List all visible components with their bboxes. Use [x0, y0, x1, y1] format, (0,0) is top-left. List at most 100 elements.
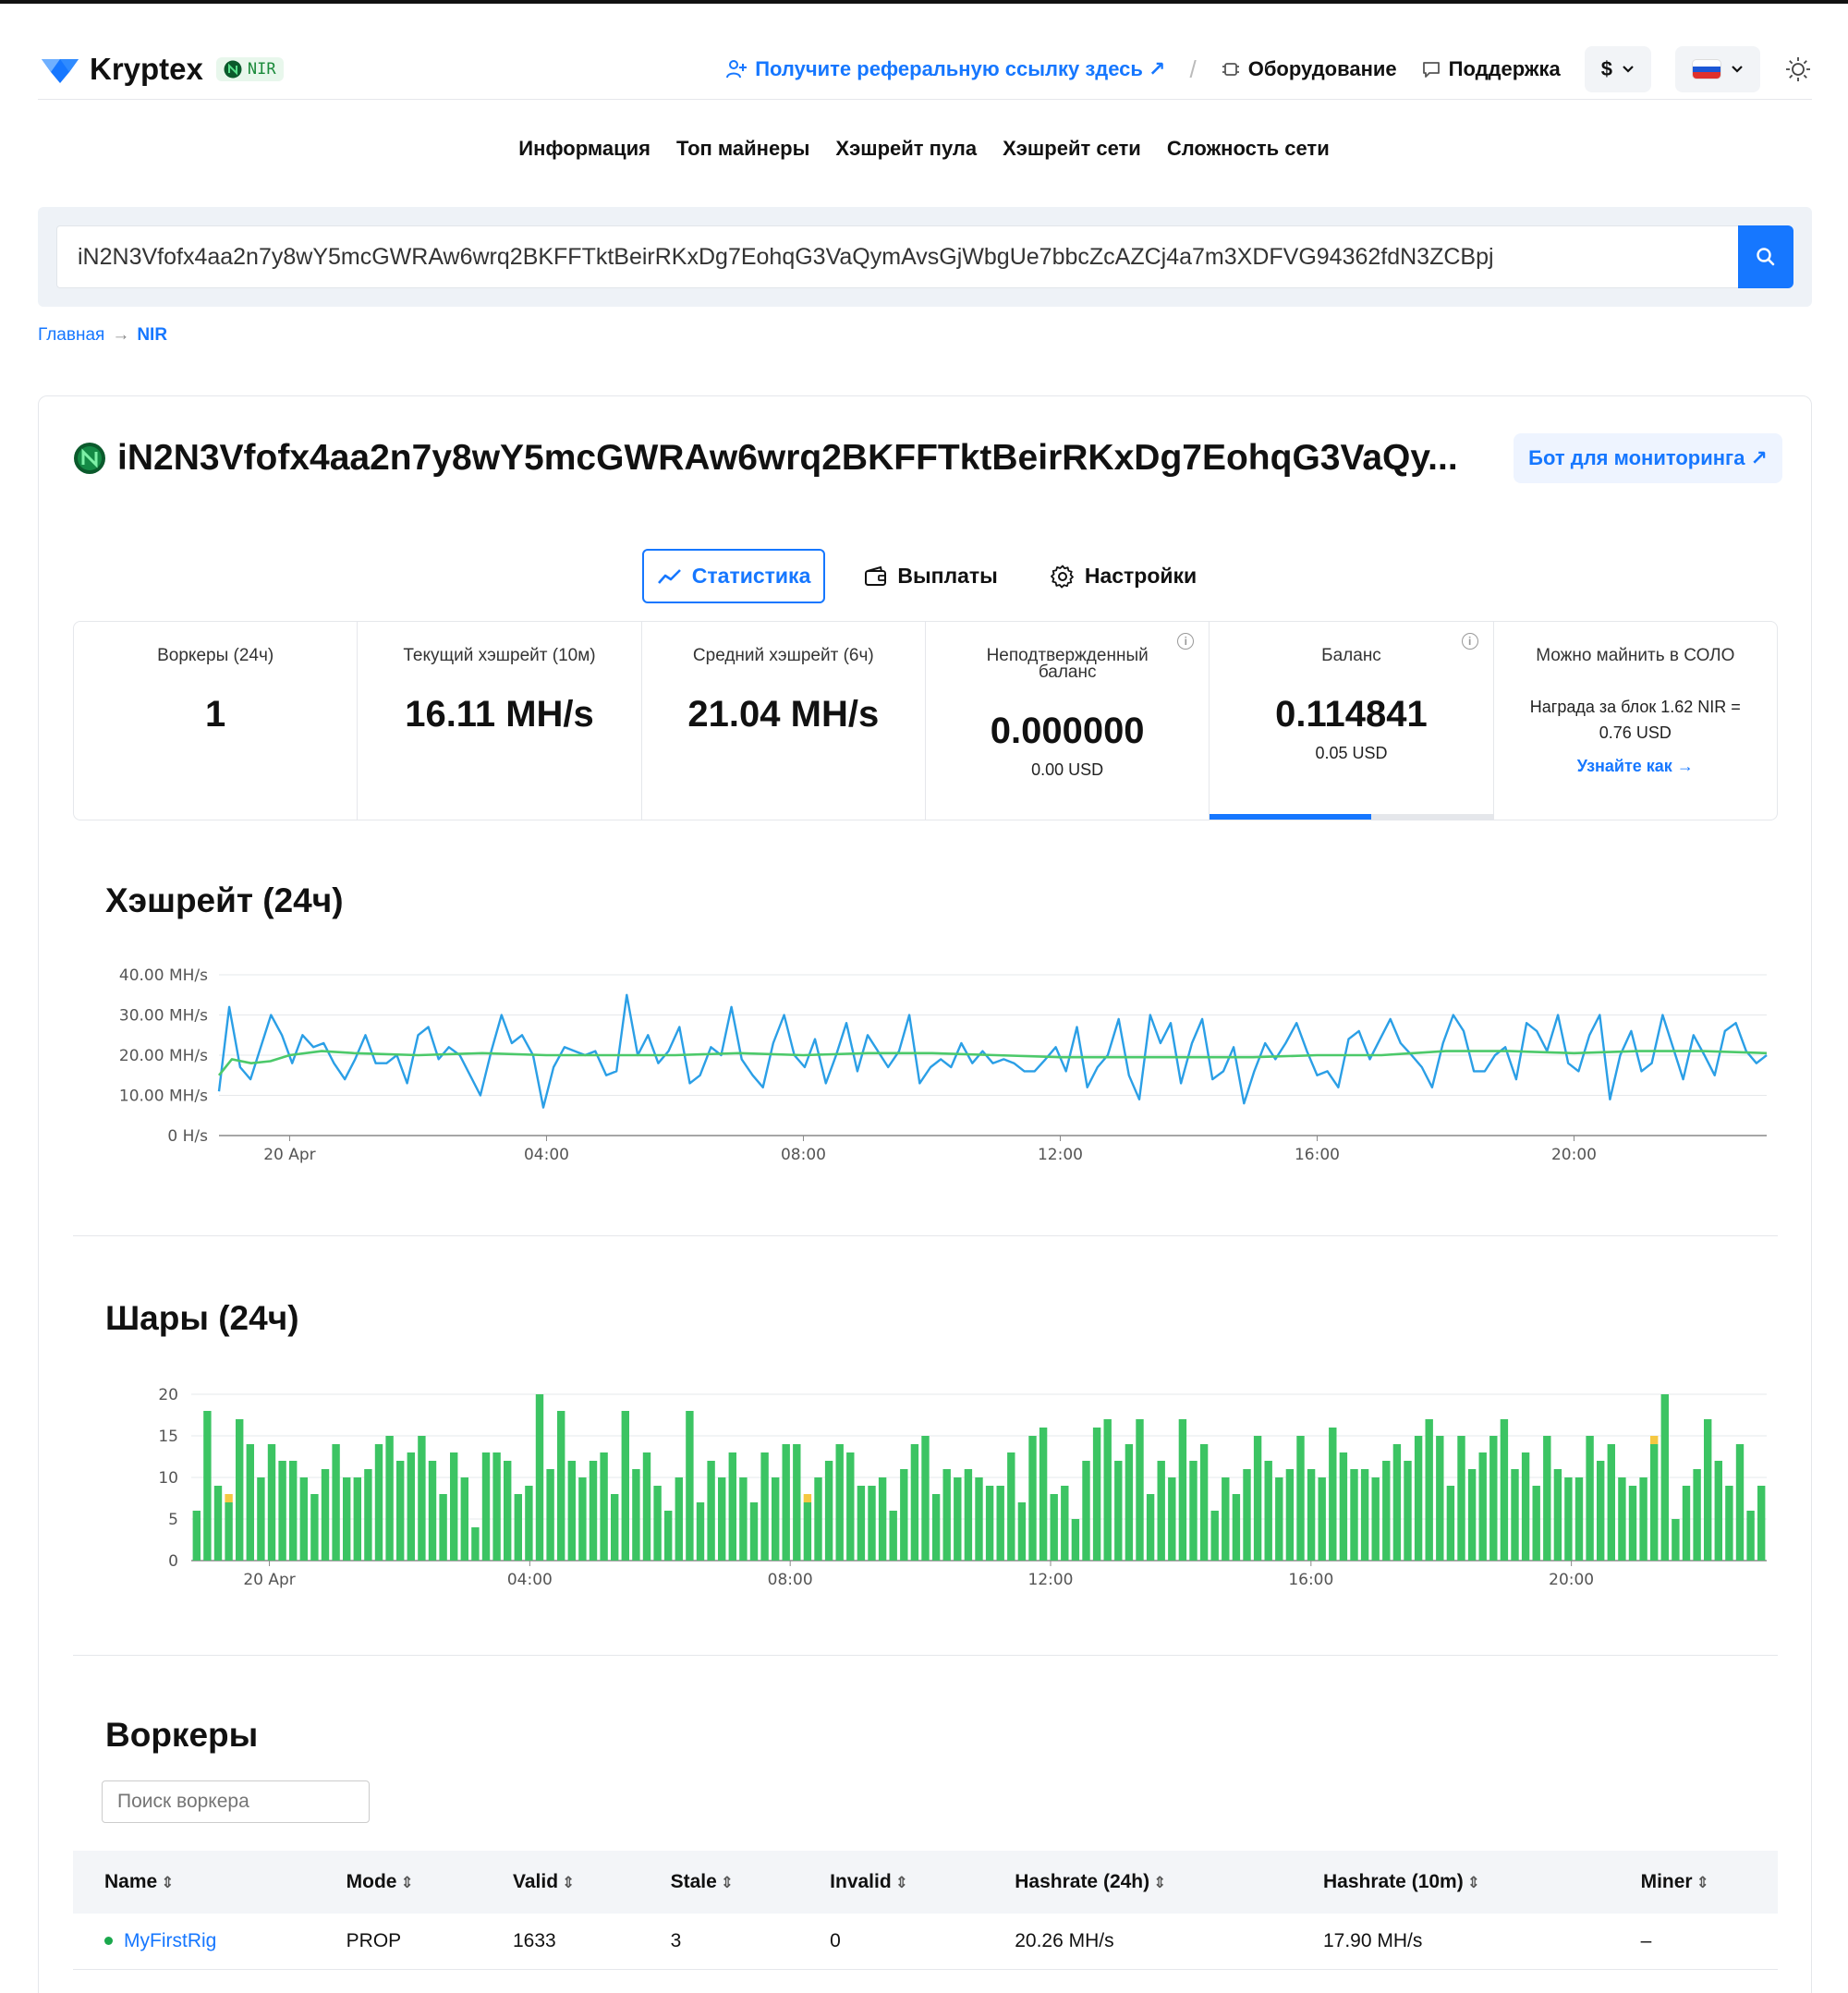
stat-avg-hashrate: Средний хэшрейт (6ч) 21.04 MH/s [642, 622, 926, 820]
valid-share-bar [1296, 1436, 1305, 1561]
breadcrumb-current[interactable]: NIR [137, 325, 167, 346]
sort-icon: ⇕ [720, 1874, 735, 1891]
valid-share-bar [1672, 1519, 1680, 1561]
theme-toggle-sun-icon[interactable] [1784, 55, 1812, 83]
wallet-icon [865, 565, 887, 586]
stat-avg-hashrate-value: 21.04 MH/s [687, 694, 880, 735]
y-tick-label: 5 [168, 1511, 178, 1529]
valid-share-bar [578, 1477, 587, 1561]
col-miner[interactable]: Miner ⇕ [1609, 1851, 1778, 1914]
hashrate-chart: 0 H/s 10.00 MH/s 20.00 MH/s 30.00 MH/s 40.00… [119, 966, 1768, 1164]
valid-share-bar [1189, 1461, 1198, 1561]
valid-share-bar [546, 1469, 554, 1561]
stat-workers-value: 1 [205, 694, 226, 735]
search-button[interactable] [1738, 225, 1793, 288]
valid-share-bar [1125, 1444, 1134, 1561]
valid-share-bar [664, 1511, 673, 1561]
stat-unconfirmed-usd: 0.00 USD [1031, 760, 1104, 779]
hashrate-section-title: Хэшрейт (24ч) [105, 881, 344, 919]
equipment-link[interactable]: Оборудование [1221, 57, 1397, 81]
stat-solo-reward-usd: 0.76 USD [1599, 723, 1672, 742]
referral-link-label: Получите реферальную ссылку здесь ↗ [755, 57, 1166, 80]
support-link[interactable]: Поддержка [1421, 57, 1561, 81]
col-hashrate-10m-label: Hashrate (10m) [1322, 1871, 1464, 1892]
worker-search-input[interactable] [102, 1780, 370, 1823]
breadcrumb-arrow: → [112, 325, 130, 345]
valid-share-bar [1660, 1394, 1669, 1561]
valid-share-bar [1285, 1469, 1295, 1561]
x-tick-label: 12:00 [1028, 1571, 1074, 1589]
chevron-down-icon [1732, 66, 1743, 73]
valid-share-bar [835, 1444, 844, 1561]
valid-share-bar [846, 1452, 855, 1561]
wallet-search-bar [38, 207, 1812, 307]
worker-invalid: 0 [798, 1914, 984, 1970]
top-border [0, 0, 1848, 4]
col-invalid[interactable]: Invalid ⇕ [798, 1851, 984, 1914]
worker-hashrate-10m: 17.90 MH/s [1291, 1914, 1610, 1970]
language-select[interactable] [1675, 46, 1760, 92]
wallet-address-title: iN2N3Vfofx4aa2n7y8wY5mcGWRAw6wrq2BKFFTkt… [117, 438, 1458, 478]
valid-share-bar [793, 1444, 801, 1561]
sort-icon: ⇕ [1466, 1874, 1480, 1891]
worker-hashrate-24h: 20.26 MH/s [983, 1914, 1292, 1970]
x-tick-label: 04:00 [507, 1571, 553, 1589]
col-valid[interactable]: Valid ⇕ [481, 1851, 639, 1914]
valid-share-bar [1564, 1477, 1573, 1561]
worker-name-link[interactable]: MyFirstRig [124, 1930, 216, 1952]
chevron-down-icon [1623, 66, 1634, 73]
subnav-network-hashrate[interactable]: Хэшрейт сети [1003, 137, 1141, 161]
coin-badge-label: NIR [247, 60, 276, 79]
tab-statistics[interactable]: Статистика [641, 549, 826, 603]
subnav-network-difficulty[interactable]: Сложность сети [1167, 137, 1330, 161]
subnav-top-miners[interactable]: Топ майнеры [676, 137, 809, 161]
valid-share-bar [407, 1452, 415, 1561]
y-tick-label: 0 H/s [167, 1127, 208, 1146]
valid-share-bar [1028, 1436, 1037, 1561]
stat-solo-learn-link[interactable]: Узнайте как → [1494, 757, 1777, 776]
col-stale[interactable]: Stale ⇕ [638, 1851, 799, 1914]
valid-share-bar [1253, 1436, 1262, 1561]
tab-settings[interactable]: Настройки [1037, 551, 1210, 602]
referral-link[interactable]: Получите реферальную ссылку здесь ↗ [725, 57, 1165, 81]
x-tick-label: 20 Apr [263, 1146, 315, 1164]
valid-share-bar [385, 1436, 394, 1561]
currency-value: $ [1600, 57, 1612, 80]
col-mode-label: Mode [346, 1871, 397, 1892]
col-mode[interactable]: Mode ⇕ [314, 1851, 481, 1914]
valid-share-bar [1222, 1477, 1230, 1561]
monitoring-bot-button[interactable]: Бот для мониторинга ↗ [1514, 433, 1782, 483]
breadcrumb-home[interactable]: Главная [38, 325, 104, 346]
valid-share-bar [1371, 1477, 1380, 1561]
logo[interactable]: Kryptex [38, 52, 203, 87]
header-divider [38, 99, 1812, 100]
subnav-info[interactable]: Информация [518, 137, 650, 161]
valid-share-bar [321, 1469, 330, 1561]
col-hashrate-10m[interactable]: Hashrate (10m) ⇕ [1291, 1851, 1610, 1914]
kryptex-logo-icon [42, 59, 79, 83]
x-tick-label: 04:00 [524, 1146, 569, 1164]
valid-share-bar [642, 1452, 651, 1561]
sort-icon: ⇕ [894, 1874, 908, 1891]
col-name[interactable]: Name ⇕ [73, 1851, 315, 1914]
valid-share-bar [1178, 1419, 1187, 1561]
valid-share-bar [1114, 1461, 1123, 1561]
valid-share-bar [213, 1486, 223, 1561]
wallet-search-input[interactable] [56, 225, 1739, 288]
col-valid-label: Valid [513, 1871, 559, 1892]
currency-select[interactable]: $ [1584, 46, 1651, 92]
col-hashrate-24h[interactable]: Hashrate (24h) ⇕ [983, 1851, 1292, 1914]
tab-payouts[interactable]: Выплаты [851, 551, 1010, 602]
tab-statistics-label: Статистика [691, 564, 811, 588]
x-tick-label: 08:00 [781, 1146, 826, 1164]
valid-share-bar [1639, 1477, 1647, 1561]
valid-share-bar [1392, 1444, 1402, 1561]
subnav-pool-hashrate[interactable]: Хэшрейт пула [835, 137, 977, 161]
valid-share-bar [1307, 1469, 1316, 1561]
col-stale-label: Stale [670, 1871, 717, 1892]
valid-share-bar [1746, 1511, 1755, 1561]
valid-share-bar [686, 1411, 694, 1561]
valid-share-bar [1146, 1494, 1155, 1561]
valid-share-bar [1521, 1452, 1530, 1561]
valid-share-bar [1425, 1419, 1433, 1561]
